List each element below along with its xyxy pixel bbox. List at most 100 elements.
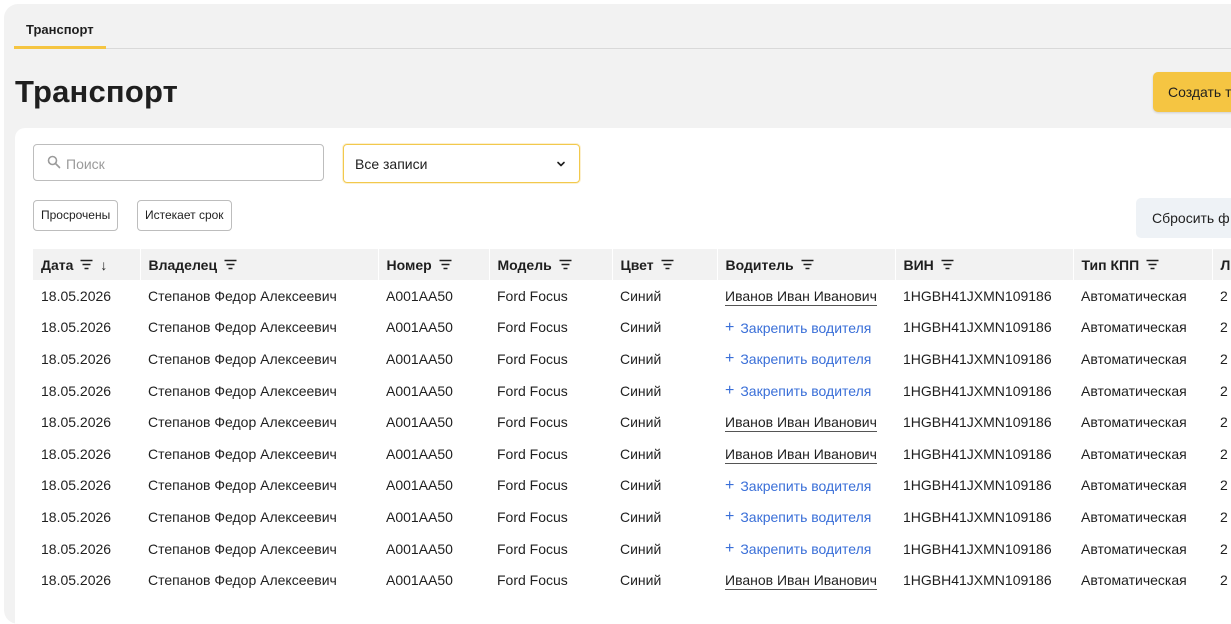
driver-link[interactable]: Иванов Иван Иванович <box>725 445 877 464</box>
cell-plate: А001АА50 <box>386 414 453 431</box>
driver-link[interactable]: Иванов Иван Иванович <box>725 287 877 306</box>
cell-vin: 1HGBH41JXMN109186 <box>903 414 1052 431</box>
cell-extra: 2 <box>1220 287 1228 304</box>
table-row[interactable]: 18.05.2026 Степанов Федор Алексеевич А001А… <box>33 280 1231 312</box>
cell-plate: А001АА50 <box>386 382 453 399</box>
cell-driver: + Закрепить водителя <box>717 470 895 502</box>
cell-plate: А001АА50 <box>386 319 453 336</box>
table-row[interactable]: 18.05.2026 Степанов Федор Алексеевич А001А… <box>33 312 1231 344</box>
cell-color: Синий <box>620 287 662 304</box>
search-input[interactable] <box>64 145 318 182</box>
cell-owner: Степанов Федор Алексеевич <box>148 382 337 399</box>
page-title: Транспорт <box>15 74 179 109</box>
assign-driver-link[interactable]: + Закрепить водителя <box>725 319 871 336</box>
records-filter-select[interactable]: Все записи <box>343 144 580 183</box>
cell-model: Ford Focus <box>497 350 568 367</box>
assign-driver-link[interactable]: + Закрепить водителя <box>725 477 871 494</box>
column-header[interactable]: Модель <box>489 249 613 280</box>
column-header[interactable]: Тип КПП <box>1073 249 1213 280</box>
assign-driver-link[interactable]: + Закрепить водителя <box>725 382 871 400</box>
filter-icon[interactable] <box>439 259 452 270</box>
assign-driver-label: Закрепить водителя <box>740 509 872 526</box>
cell-date: 18.05.2026 <box>41 382 112 399</box>
column-header[interactable]: Л <box>1212 249 1231 280</box>
cell-date: 18.05.2026 <box>41 287 112 304</box>
reset-filters-button[interactable]: Сбросить ф <box>1136 198 1231 238</box>
assign-driver-label: Закрепить водителя <box>740 351 872 368</box>
assign-driver-label: Закрепить водителя <box>740 541 872 558</box>
cell-gearbox: Автоматическая <box>1081 540 1187 557</box>
cell-extra: 2 <box>1220 414 1228 431</box>
cell-date: 18.05.2026 <box>41 540 112 557</box>
cell-owner: Степанов Федор Алексеевич <box>148 540 337 557</box>
filter-icon[interactable] <box>559 259 572 270</box>
cell-model: Ford Focus <box>497 508 568 525</box>
cell-color: Синий <box>620 319 662 336</box>
cell-plate: А001АА50 <box>386 572 453 589</box>
cell-plate: А001АА50 <box>386 540 453 557</box>
table-row[interactable]: 18.05.2026 Степанов Федор Алексеевич А001А… <box>33 438 1231 470</box>
cell-gearbox: Автоматическая <box>1081 287 1187 304</box>
column-header[interactable]: Цвет <box>612 249 718 280</box>
table-row[interactable]: 18.05.2026 Степанов Федор Алексеевич А001А… <box>33 375 1231 407</box>
filter-icon[interactable] <box>224 259 237 270</box>
cell-extra: 2 <box>1220 382 1228 399</box>
column-header[interactable]: Номер <box>378 249 490 280</box>
plus-icon: + <box>725 382 735 400</box>
sort-desc-icon[interactable]: ↓ <box>100 257 107 273</box>
assign-driver-link[interactable]: + Закрепить водителя <box>725 351 872 368</box>
filter-icon[interactable] <box>661 259 674 270</box>
table-row[interactable]: 18.05.2026 Степанов Федор Алексеевич А001А… <box>33 406 1231 438</box>
tab-bar: Транспорт <box>14 4 1231 49</box>
cell-extra: 2 <box>1220 477 1228 494</box>
cell-model: Ford Focus <box>497 540 568 557</box>
driver-link[interactable]: Иванов Иван Иванович <box>725 572 877 591</box>
cell-owner: Степанов Федор Алексеевич <box>148 350 337 367</box>
search-field[interactable] <box>33 144 324 182</box>
filter-icon[interactable] <box>80 259 93 270</box>
table-row[interactable]: 18.05.2026 Степанов Федор Алексеевич А001А… <box>33 533 1231 565</box>
search-icon <box>47 155 61 169</box>
cell-color: Синий <box>620 445 662 462</box>
table-row[interactable]: 18.05.2026 Степанов Федор Алексеевич А001А… <box>33 501 1231 533</box>
cell-plate: А001АА50 <box>386 477 453 494</box>
cell-driver: + Закрепить водителя <box>717 533 895 565</box>
cell-driver: + Закрепить водителя <box>717 312 895 344</box>
table-row[interactable]: 18.05.2026 Степанов Федор Алексеевич А001А… <box>33 470 1231 502</box>
assign-driver-link[interactable]: + Закрепить водителя <box>725 540 872 558</box>
app-window: Транспорт Транспорт Создать т Все записи… <box>4 4 1231 624</box>
cell-vin: 1HGBH41JXMN109186 <box>903 287 1052 304</box>
cell-date: 18.05.2026 <box>41 350 112 367</box>
overdue-filter-chip[interactable]: Просрочены <box>33 200 119 231</box>
column-header[interactable]: Дата ↓ <box>33 249 141 280</box>
filter-icon[interactable] <box>1146 259 1159 270</box>
table-header-row: Дата ↓ Владелец Номер Модель Цвет Водитель ВИН Т… <box>33 249 1231 280</box>
cell-gearbox: Автоматическая <box>1081 508 1187 525</box>
cell-color: Синий <box>620 540 662 557</box>
column-header-label: Владелец <box>148 256 218 273</box>
filter-icon[interactable] <box>941 259 954 270</box>
tab-transport[interactable]: Транспорт <box>14 4 106 49</box>
column-header-label: Цвет <box>620 256 654 273</box>
create-transport-button[interactable]: Создать т <box>1153 72 1231 112</box>
table-row[interactable]: 18.05.2026 Степанов Федор Алексеевич А001А… <box>33 564 1231 596</box>
column-header[interactable]: ВИН <box>895 249 1074 280</box>
column-header[interactable]: Владелец <box>140 249 379 280</box>
driver-link[interactable]: Иванов Иван Иванович <box>725 414 877 433</box>
tab-label: Транспорт <box>26 22 94 37</box>
cell-extra: 2 <box>1220 540 1228 557</box>
column-header-label: Номер <box>386 256 432 273</box>
expiring-filter-chip[interactable]: Истекает срок <box>137 200 232 231</box>
column-header-label: ВИН <box>903 256 934 273</box>
plus-icon: + <box>725 540 735 558</box>
cell-color: Синий <box>620 414 662 431</box>
table-row[interactable]: 18.05.2026 Степанов Федор Алексеевич А001А… <box>33 343 1231 375</box>
plus-icon: + <box>725 508 735 526</box>
filter-icon[interactable] <box>801 259 814 270</box>
cell-owner: Степанов Федор Алексеевич <box>148 572 337 589</box>
cell-extra: 2 <box>1220 319 1228 336</box>
column-header[interactable]: Водитель <box>717 249 896 280</box>
assign-driver-link[interactable]: + Закрепить водителя <box>725 508 872 526</box>
cell-vin: 1HGBH41JXMN109186 <box>903 540 1052 557</box>
cell-gearbox: Автоматическая <box>1081 382 1187 399</box>
